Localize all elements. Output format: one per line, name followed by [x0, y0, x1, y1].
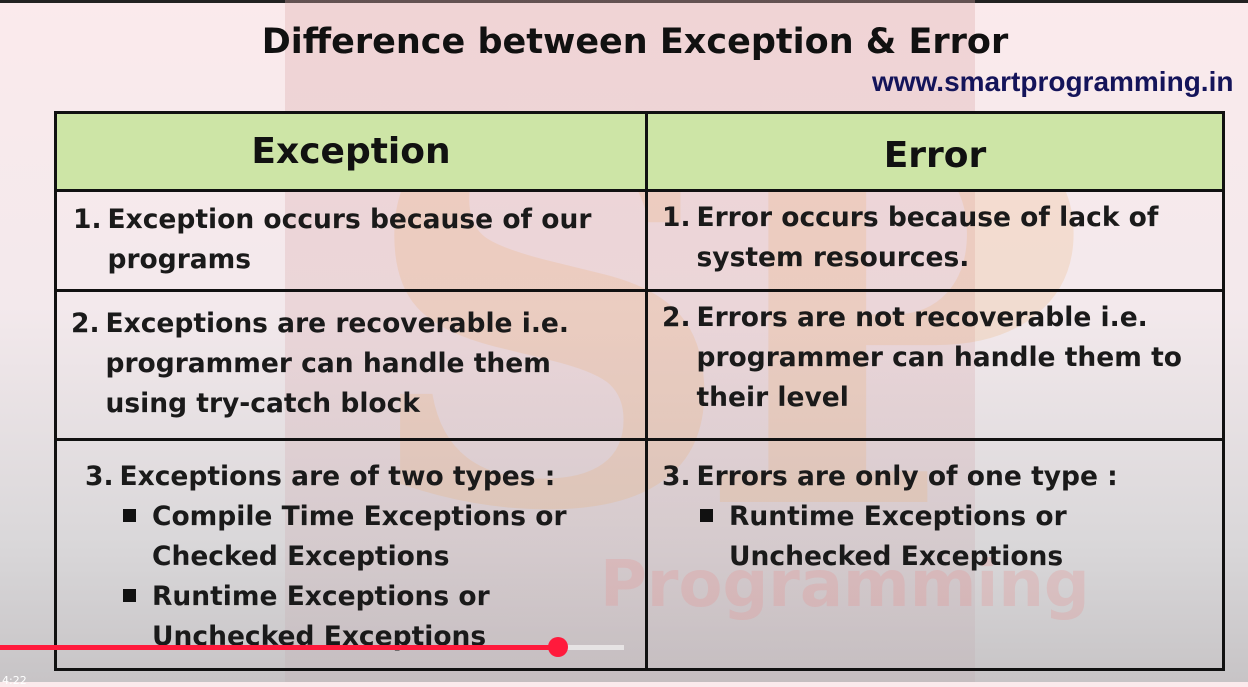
- video-progress-fill: [0, 645, 558, 650]
- point-number: 3.: [85, 461, 114, 492]
- point-number: 2.: [662, 302, 691, 333]
- header-exception: Exception: [54, 111, 648, 192]
- point-number: 1.: [662, 202, 691, 233]
- table-row: 2. Exceptions are recoverable i.e. progr…: [54, 289, 1225, 441]
- bullet-item: Compile Time Exceptions or Checked Excep…: [119, 497, 633, 577]
- point-text: Error occurs because of lack of system r…: [696, 202, 1159, 273]
- table-header-row: Exception Error: [54, 111, 1225, 192]
- error-point-2: 2. Errors are not recoverable i.e. progr…: [645, 289, 1225, 441]
- error-point-3: 3. Errors are only of one type : Runtime…: [645, 438, 1225, 671]
- square-bullet-icon: [123, 589, 136, 602]
- point-text: Errors are not recoverable i.e. programm…: [696, 302, 1182, 413]
- point-number: 3.: [662, 461, 691, 492]
- website-label: www.smartprogramming.in: [872, 66, 1234, 97]
- point-number: 1.: [73, 204, 102, 235]
- slide-title: Difference between Exception & Error: [261, 22, 1009, 62]
- exception-point-2: 2. Exceptions are recoverable i.e. progr…: [54, 289, 648, 441]
- square-bullet-icon: [700, 509, 713, 522]
- bullet-item: Runtime Exceptions or Unchecked Exceptio…: [696, 497, 1210, 577]
- point-text: Exceptions are recoverable i.e. programm…: [105, 308, 569, 419]
- table-row: 3. Exceptions are of two types : Compile…: [54, 438, 1225, 671]
- bullet-text: Compile Time Exceptions or Checked Excep…: [152, 501, 567, 572]
- header-error: Error: [645, 111, 1225, 192]
- point-number: 2.: [71, 308, 100, 339]
- video-scrubber-handle[interactable]: [548, 637, 568, 657]
- square-bullet-icon: [123, 509, 136, 522]
- point-text: Errors are only of one type :: [696, 461, 1118, 492]
- exception-point-3: 3. Exceptions are of two types : Compile…: [54, 438, 648, 671]
- video-time: 4:22: [2, 674, 27, 687]
- table-row: 1. Exception occurs because of our progr…: [54, 189, 1225, 292]
- comparison-table: Exception Error 1. Exception occurs beca…: [54, 111, 1225, 671]
- error-point-1: 1. Error occurs because of lack of syste…: [645, 189, 1225, 292]
- point-text: Exceptions are of two types :: [119, 461, 556, 492]
- point-text: Exception occurs because of our programs: [107, 204, 592, 275]
- exception-point-1: 1. Exception occurs because of our progr…: [54, 189, 648, 292]
- bullet-text: Runtime Exceptions or Unchecked Exceptio…: [729, 501, 1067, 572]
